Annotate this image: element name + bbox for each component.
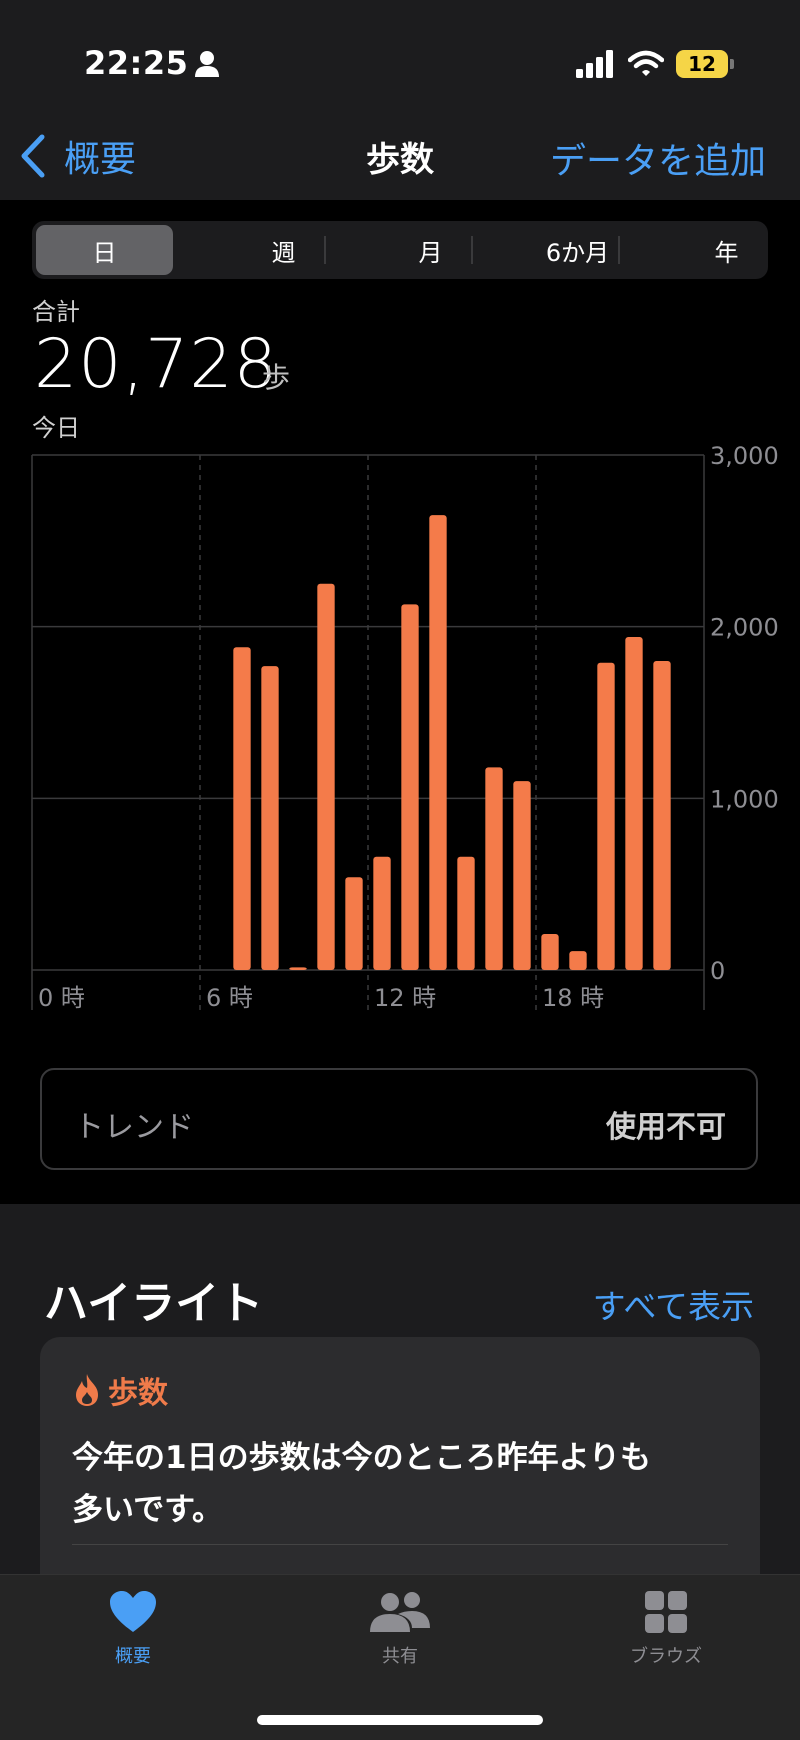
chart-bar — [289, 967, 307, 970]
tab-sharing[interactable]: 共有 — [320, 1590, 480, 1668]
y-tick-label: 1,000 — [710, 785, 779, 813]
highlight-text: 今年の1日の歩数は今のところ昨年よりも多いです。 — [72, 1440, 651, 1528]
people-icon — [370, 1592, 430, 1632]
y-tick-label: 3,000 — [710, 442, 779, 470]
tab-browse-label: ブラウズ — [630, 1646, 702, 1667]
chart-bar — [373, 856, 391, 970]
battery-level: 12 — [688, 52, 716, 76]
chart-bar — [569, 951, 587, 970]
highlight-category: 歩数 — [72, 1368, 168, 1412]
tab-summary-label: 概要 — [115, 1646, 151, 1667]
chart-bar — [317, 583, 335, 970]
chart-bar — [233, 647, 251, 970]
show-all-link[interactable]: すべて表示 — [593, 1280, 754, 1328]
heart-icon — [110, 1591, 156, 1632]
segment-month[interactable]: 月 — [362, 225, 499, 275]
chart-bar — [429, 515, 447, 970]
segment-day[interactable]: 日 — [36, 225, 173, 275]
total-label: 合計 — [32, 298, 80, 326]
trend-row[interactable]: トレンド 使用不可 — [40, 1068, 758, 1170]
total-steps-value: 20,728 — [34, 325, 278, 404]
y-tick-label: 2,000 — [710, 614, 779, 642]
date-label: 今日 — [32, 414, 80, 442]
period-segmented-control: 日 週 月 6か月 年 — [32, 221, 768, 279]
chart-bar — [597, 662, 615, 970]
add-data-button[interactable]: データを追加 — [550, 132, 766, 184]
status-time: 22:25 — [84, 44, 189, 82]
chart-bar — [345, 877, 363, 970]
trend-value: 使用不可 — [606, 1110, 726, 1145]
cellular-signal-icon — [576, 50, 613, 78]
divider — [72, 1544, 728, 1545]
total-steps-unit: 歩 — [262, 361, 291, 394]
person-icon — [195, 51, 219, 77]
tab-summary[interactable]: 概要 — [53, 1590, 213, 1668]
chart-bar — [261, 666, 279, 970]
y-tick-label: 0 — [710, 957, 725, 985]
chart-bar — [625, 636, 643, 970]
x-tick-label: 6 時 — [206, 984, 253, 1012]
home-indicator — [257, 1715, 543, 1725]
segment-week[interactable]: 週 — [215, 225, 352, 275]
chart-bar — [485, 767, 503, 970]
segment-year[interactable]: 年 — [658, 225, 795, 275]
battery-indicator: 12 — [676, 50, 734, 78]
highlights-title: ハイライト — [44, 1278, 264, 1329]
tab-browse[interactable]: ブラウズ — [586, 1590, 746, 1668]
chart-bar — [457, 856, 475, 970]
chart-bar — [513, 781, 531, 970]
steps-bar-chart[interactable]: 0 1,000 2,000 3,000 0 時 6 時 12 時 18 時 — [0, 440, 800, 1020]
chart-bar — [541, 933, 559, 970]
tab-sharing-label: 共有 — [382, 1646, 418, 1667]
flame-icon — [76, 1374, 98, 1406]
highlight-category-label: 歩数 — [108, 1376, 168, 1411]
trend-label: トレンド — [74, 1110, 194, 1145]
wifi-icon — [628, 50, 664, 76]
x-tick-label: 18 時 — [542, 984, 604, 1012]
grid-icon — [645, 1591, 687, 1633]
status-indicators: 12 — [576, 48, 734, 80]
chart-bar — [401, 604, 419, 970]
x-tick-label: 12 時 — [374, 984, 436, 1012]
chart-bar — [653, 661, 671, 970]
x-tick-label: 0 時 — [38, 984, 85, 1012]
segment-six-months[interactable]: 6か月 — [509, 225, 646, 275]
